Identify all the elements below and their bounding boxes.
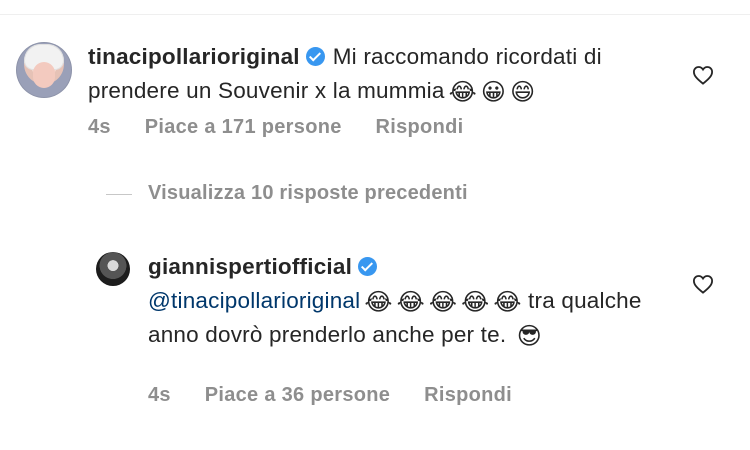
smiling-emoji: 😄 <box>510 79 536 106</box>
verified-badge-icon <box>358 257 378 276</box>
comment-text: tinacipollarioriginal Mi raccomando ricor… <box>88 40 668 108</box>
reply-likes[interactable]: Piace a 36 persone <box>205 384 391 406</box>
laughing-emoji: 😂 <box>448 79 477 106</box>
mention-link[interactable]: @tinacipollarioriginal <box>148 288 360 313</box>
view-replies-line <box>106 194 132 195</box>
comment-time: 4s <box>88 116 111 138</box>
top-divider <box>0 14 750 15</box>
like-heart-icon[interactable] <box>692 65 714 85</box>
reply-reply-button[interactable]: Rispondi <box>424 384 512 406</box>
view-replies-label[interactable]: Visualizza 10 risposte precedenti <box>148 182 468 205</box>
laughing-emoji: 😂 <box>428 289 458 316</box>
reply-avatar[interactable] <box>96 252 130 286</box>
comment-username[interactable]: tinacipollarioriginal <box>88 44 300 69</box>
avatar[interactable] <box>16 42 72 98</box>
laughing-emoji: 😂 <box>461 289 490 316</box>
verified-badge-icon <box>305 47 325 66</box>
grinning-emoji: 😀 <box>480 79 507 106</box>
reply-username[interactable]: giannispertiofficial <box>148 254 352 279</box>
laughing-emoji: 😂 <box>493 289 522 316</box>
comment-meta: 4s Piace a 171 persone Rispondi <box>88 116 491 139</box>
reply-button[interactable]: Rispondi <box>376 116 464 138</box>
sunglasses-emoji: 😎 <box>516 323 542 350</box>
reply-time: 4s <box>148 384 171 406</box>
reply-text: giannispertiofficial @tinacipollariorigi… <box>148 250 668 352</box>
avatar-face <box>33 62 55 88</box>
like-heart-icon[interactable] <box>692 274 714 294</box>
laughing-emoji: 😂 <box>396 289 425 316</box>
comment-likes[interactable]: Piace a 171 persone <box>145 116 342 138</box>
laughing-emoji: 😂 <box>364 289 393 316</box>
reply-meta: 4s Piace a 36 persone Rispondi <box>148 384 540 407</box>
